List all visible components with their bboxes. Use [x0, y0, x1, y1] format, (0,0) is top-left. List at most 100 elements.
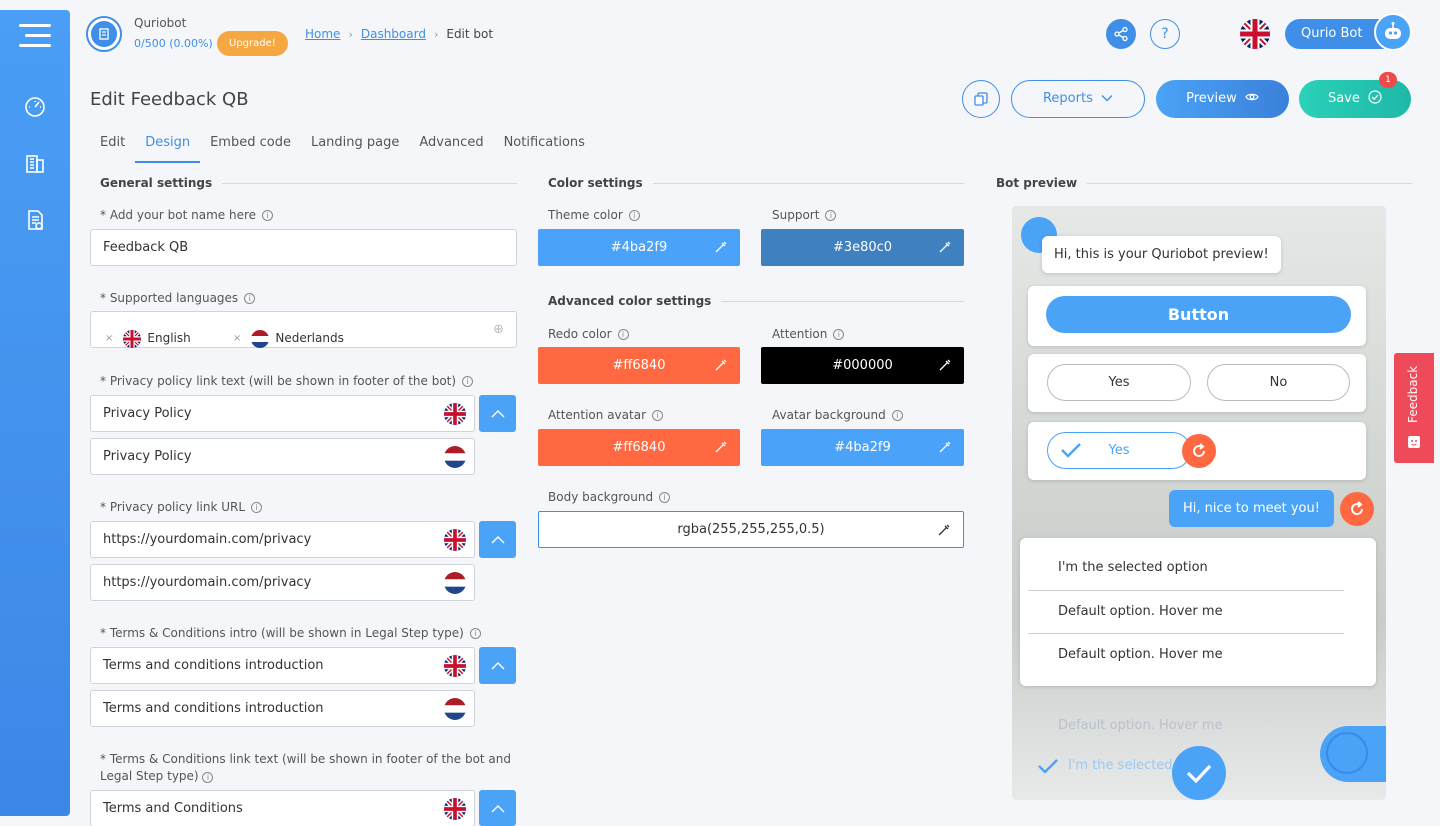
terms-intro-en-input[interactable]: Terms and conditions introduction	[90, 647, 475, 684]
tab-notifications[interactable]: Notifications	[494, 134, 595, 163]
reports-icon[interactable]	[0, 208, 70, 232]
breadcrumb-current: Edit bot	[446, 27, 494, 41]
info-icon[interactable]: i	[833, 328, 845, 340]
collapse-translations-button[interactable]	[479, 395, 516, 432]
option-faded-selected-label: I'm the selected	[1068, 758, 1173, 773]
preview-no-option[interactable]: No	[1207, 364, 1350, 401]
option-default-1[interactable]: Default option. Hover me	[1028, 591, 1344, 634]
dashboard-icon[interactable]	[0, 94, 70, 118]
info-icon[interactable]: i	[891, 409, 903, 421]
tab-edit[interactable]: Edit	[90, 134, 135, 163]
breadcrumb-dashboard[interactable]: Dashboard	[361, 27, 426, 41]
preview-yes-option[interactable]: Yes	[1047, 364, 1191, 401]
nl-flag-icon	[444, 572, 466, 594]
theme-color-value: #4ba2f9	[610, 240, 668, 255]
chevron-up-icon	[491, 410, 504, 418]
privacy-url-en-input[interactable]: https://yourdomain.com/privacy	[90, 521, 475, 558]
launcher-button[interactable]	[1320, 726, 1386, 782]
preview-selected-yes[interactable]: Yes	[1047, 432, 1191, 469]
info-icon[interactable]: i	[825, 209, 837, 221]
privacy-url-nl-input[interactable]: https://yourdomain.com/privacy	[90, 564, 475, 601]
collapse-translations-button[interactable]	[479, 647, 516, 684]
terms-intro-nl-value: Terms and conditions introduction	[103, 701, 324, 716]
language-tag-english: × English	[105, 321, 191, 356]
support-color-label-text: Support	[772, 208, 820, 222]
languages-select[interactable]: × English × Nederlands ⊕	[90, 311, 517, 348]
reports-button[interactable]: Reports	[1011, 80, 1145, 118]
chevron-right-icon: ›	[348, 27, 353, 41]
privacy-text-nl-input[interactable]: Privacy Policy	[90, 438, 475, 475]
share-button[interactable]	[1106, 19, 1136, 49]
privacy-url-label: * Privacy policy link URL i	[100, 500, 263, 514]
info-icon[interactable]: i	[469, 627, 481, 639]
color-settings-heading: Color settings	[548, 176, 964, 190]
duplicate-button[interactable]	[962, 80, 1000, 118]
option-default-2[interactable]: Default option. Hover me	[1028, 634, 1344, 676]
user-reply-bubble: Hi, nice to meet you!	[1169, 490, 1334, 527]
info-icon[interactable]: i	[617, 328, 629, 340]
info-icon[interactable]: i	[628, 209, 640, 221]
body-bg-picker[interactable]: rgba(255,255,255,0.5)	[538, 511, 964, 548]
feedback-tab[interactable]: Feedback	[1394, 353, 1434, 463]
info-icon[interactable]: i	[251, 501, 263, 513]
info-icon[interactable]: i	[202, 772, 214, 783]
info-icon[interactable]: i	[652, 409, 663, 421]
terms-link-en-input[interactable]: Terms and Conditions	[90, 790, 475, 826]
eyedropper-icon	[938, 524, 950, 536]
redo-color-picker[interactable]: #ff6840	[538, 347, 740, 384]
breadcrumb-home[interactable]: Home	[305, 27, 340, 41]
preview-main-button[interactable]: Button	[1046, 296, 1351, 333]
info-icon[interactable]: i	[244, 292, 256, 304]
avatar[interactable]	[1374, 13, 1412, 51]
brand-logo[interactable]	[86, 16, 122, 52]
tab-advanced[interactable]: Advanced	[409, 134, 493, 163]
terms-link-label: * Terms & Conditions link text (will be …	[100, 751, 511, 785]
terms-intro-nl-input[interactable]: Terms and conditions introduction	[90, 690, 475, 727]
redo-button[interactable]	[1182, 434, 1216, 468]
nl-flag-icon	[444, 446, 466, 468]
redo-color-value: #ff6840	[612, 358, 666, 373]
uk-flag-icon[interactable]	[1240, 19, 1270, 53]
theme-color-picker[interactable]: #4ba2f9	[538, 229, 740, 266]
option-selected[interactable]: I'm the selected option	[1028, 546, 1344, 591]
tab-landing-page[interactable]: Landing page	[301, 134, 409, 163]
preview-button[interactable]: Preview	[1156, 80, 1289, 118]
color-settings-title: Color settings	[548, 176, 643, 190]
avatar-bg-picker[interactable]: #4ba2f9	[761, 429, 964, 466]
terms-link-label-line1: * Terms & Conditions link text (will be …	[100, 752, 512, 766]
bot-name-label: * Add your bot name here i	[100, 208, 274, 222]
remove-icon[interactable]: ×	[105, 321, 113, 356]
menu-icon[interactable]	[19, 24, 51, 54]
add-icon[interactable]: ⊕	[493, 312, 504, 347]
launcher-avatar	[1326, 732, 1368, 774]
eye-icon	[1245, 93, 1259, 101]
check-circle-icon	[1368, 90, 1382, 104]
upgrade-button[interactable]: Upgrade!	[217, 31, 288, 56]
info-icon[interactable]: i	[262, 209, 274, 221]
tab-design[interactable]: Design	[135, 134, 201, 163]
privacy-text-en-input[interactable]: Privacy Policy	[90, 395, 475, 432]
chevron-up-icon	[491, 662, 504, 670]
tab-embed-code[interactable]: Embed code	[200, 134, 301, 163]
info-icon[interactable]: i	[462, 375, 474, 387]
question-icon: ?	[1161, 26, 1169, 42]
privacy-url-nl-value: https://yourdomain.com/privacy	[103, 575, 312, 590]
terms-link-label-line2: Legal Step type)	[100, 769, 199, 783]
eyedropper-icon	[939, 441, 951, 453]
info-icon[interactable]: i	[659, 491, 671, 503]
theme-color-label: Theme color i	[548, 208, 640, 222]
attention-color-picker[interactable]: #000000	[761, 347, 964, 384]
confirm-button[interactable]	[1172, 746, 1226, 800]
redo-button[interactable]	[1340, 492, 1374, 526]
attention-avatar-picker[interactable]: #ff6840	[538, 429, 740, 466]
help-button[interactable]: ?	[1150, 19, 1180, 49]
remove-icon[interactable]: ×	[233, 321, 241, 356]
collapse-translations-button[interactable]	[479, 521, 516, 558]
top-bar: Quriobot 0/500 (0.00%) Upgrade! Home › D…	[70, 0, 1440, 70]
bot-name-input[interactable]: Feedback QB	[90, 229, 517, 266]
theme-color-label-text: Theme color	[548, 208, 623, 222]
support-color-picker[interactable]: #3e80c0	[761, 229, 964, 266]
bots-icon[interactable]	[0, 151, 70, 175]
collapse-translations-button[interactable]	[479, 790, 516, 826]
advanced-color-title: Advanced color settings	[548, 294, 712, 308]
